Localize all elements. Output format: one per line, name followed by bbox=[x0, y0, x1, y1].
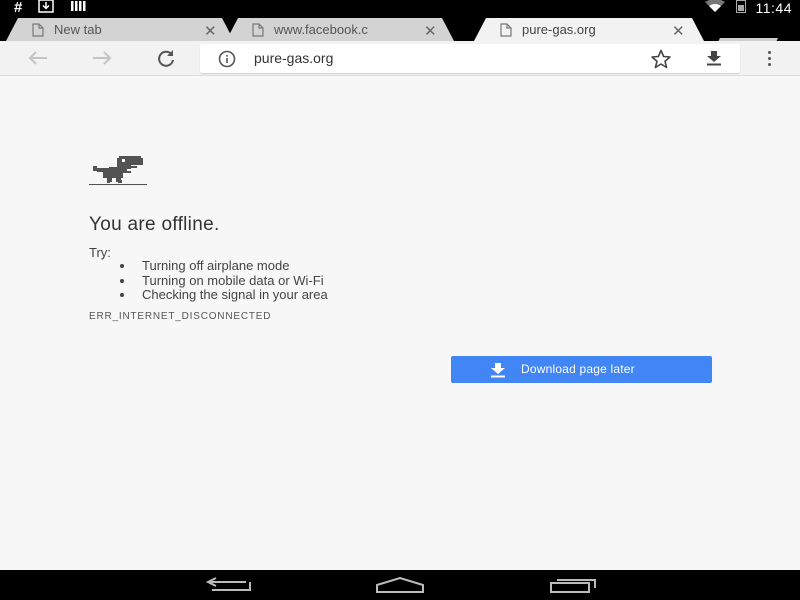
tab-facebook[interactable]: www.facebook.c ✕ bbox=[226, 18, 454, 41]
url-text[interactable]: pure-gas.org bbox=[254, 50, 333, 66]
recents-nav-button[interactable] bbox=[548, 574, 598, 596]
menu-dot-icon bbox=[767, 56, 771, 60]
error-page: You are offline. Try: Turning off airpla… bbox=[0, 76, 800, 570]
error-code: ERR_INTERNET_DISCONNECTED bbox=[89, 311, 272, 322]
download-icon bbox=[489, 362, 507, 381]
tab-title: www.facebook.c bbox=[274, 22, 368, 37]
tab-pure-gas[interactable]: pure-gas.org ✕ bbox=[474, 18, 704, 41]
reload-icon bbox=[158, 50, 174, 67]
button-label: Download page later bbox=[521, 362, 635, 376]
close-icon[interactable]: ✕ bbox=[424, 22, 437, 40]
page-icon bbox=[500, 23, 512, 42]
tab-strip: New tab ✕ www.facebook.c ✕ pure-gas.org … bbox=[0, 16, 800, 41]
forward-arrow-icon bbox=[93, 51, 112, 65]
hash-notification-icon: # bbox=[14, 0, 23, 16]
list-item: Checking the signal in your area bbox=[118, 287, 328, 303]
back-button[interactable] bbox=[24, 46, 52, 70]
page-icon bbox=[252, 23, 264, 42]
back-arrow-icon bbox=[28, 51, 47, 65]
download-page-later-button[interactable]: Download page later bbox=[451, 356, 712, 383]
forward-button[interactable] bbox=[88, 46, 116, 70]
tab-title: pure-gas.org bbox=[522, 22, 596, 37]
offline-dinosaur-icon[interactable] bbox=[89, 156, 149, 191]
tab-new-tab[interactable]: New tab ✕ bbox=[6, 18, 234, 41]
page-title: You are offline. bbox=[89, 214, 220, 235]
nav-back-icon bbox=[206, 577, 251, 591]
browser-toolbar: pure-gas.org bbox=[0, 41, 800, 76]
wifi-icon bbox=[704, 0, 726, 18]
bookmark-star-icon[interactable] bbox=[650, 49, 672, 74]
list-item: Turning on mobile data or Wi-Fi bbox=[118, 273, 328, 289]
signal-bars-icon bbox=[70, 0, 86, 17]
suggestion-list: Turning off airplane mode Turning on mob… bbox=[118, 258, 328, 303]
omnibox[interactable]: pure-gas.org bbox=[200, 44, 740, 73]
reload-button[interactable] bbox=[152, 46, 180, 70]
close-icon[interactable]: ✕ bbox=[672, 22, 685, 40]
page-icon bbox=[32, 23, 44, 42]
download-icon[interactable] bbox=[705, 50, 723, 71]
nav-home-icon bbox=[376, 577, 424, 593]
system-navigation-bar bbox=[0, 570, 800, 600]
try-label: Try: bbox=[89, 245, 111, 260]
overflow-menu-button[interactable] bbox=[760, 47, 778, 69]
menu-dot-icon bbox=[767, 50, 771, 54]
clock: 11:44 bbox=[755, 0, 792, 16]
battery-icon bbox=[735, 0, 746, 18]
nav-recents-icon bbox=[550, 579, 596, 593]
home-nav-button[interactable] bbox=[374, 574, 426, 596]
status-bar: # 11:44 bbox=[0, 0, 800, 16]
menu-dot-icon bbox=[767, 62, 771, 66]
info-icon[interactable] bbox=[218, 50, 236, 73]
download-notification-icon bbox=[38, 0, 55, 18]
back-nav-button[interactable] bbox=[204, 574, 254, 596]
close-icon[interactable]: ✕ bbox=[204, 22, 217, 40]
list-item: Turning off airplane mode bbox=[118, 258, 328, 274]
tab-title: New tab bbox=[54, 22, 102, 37]
